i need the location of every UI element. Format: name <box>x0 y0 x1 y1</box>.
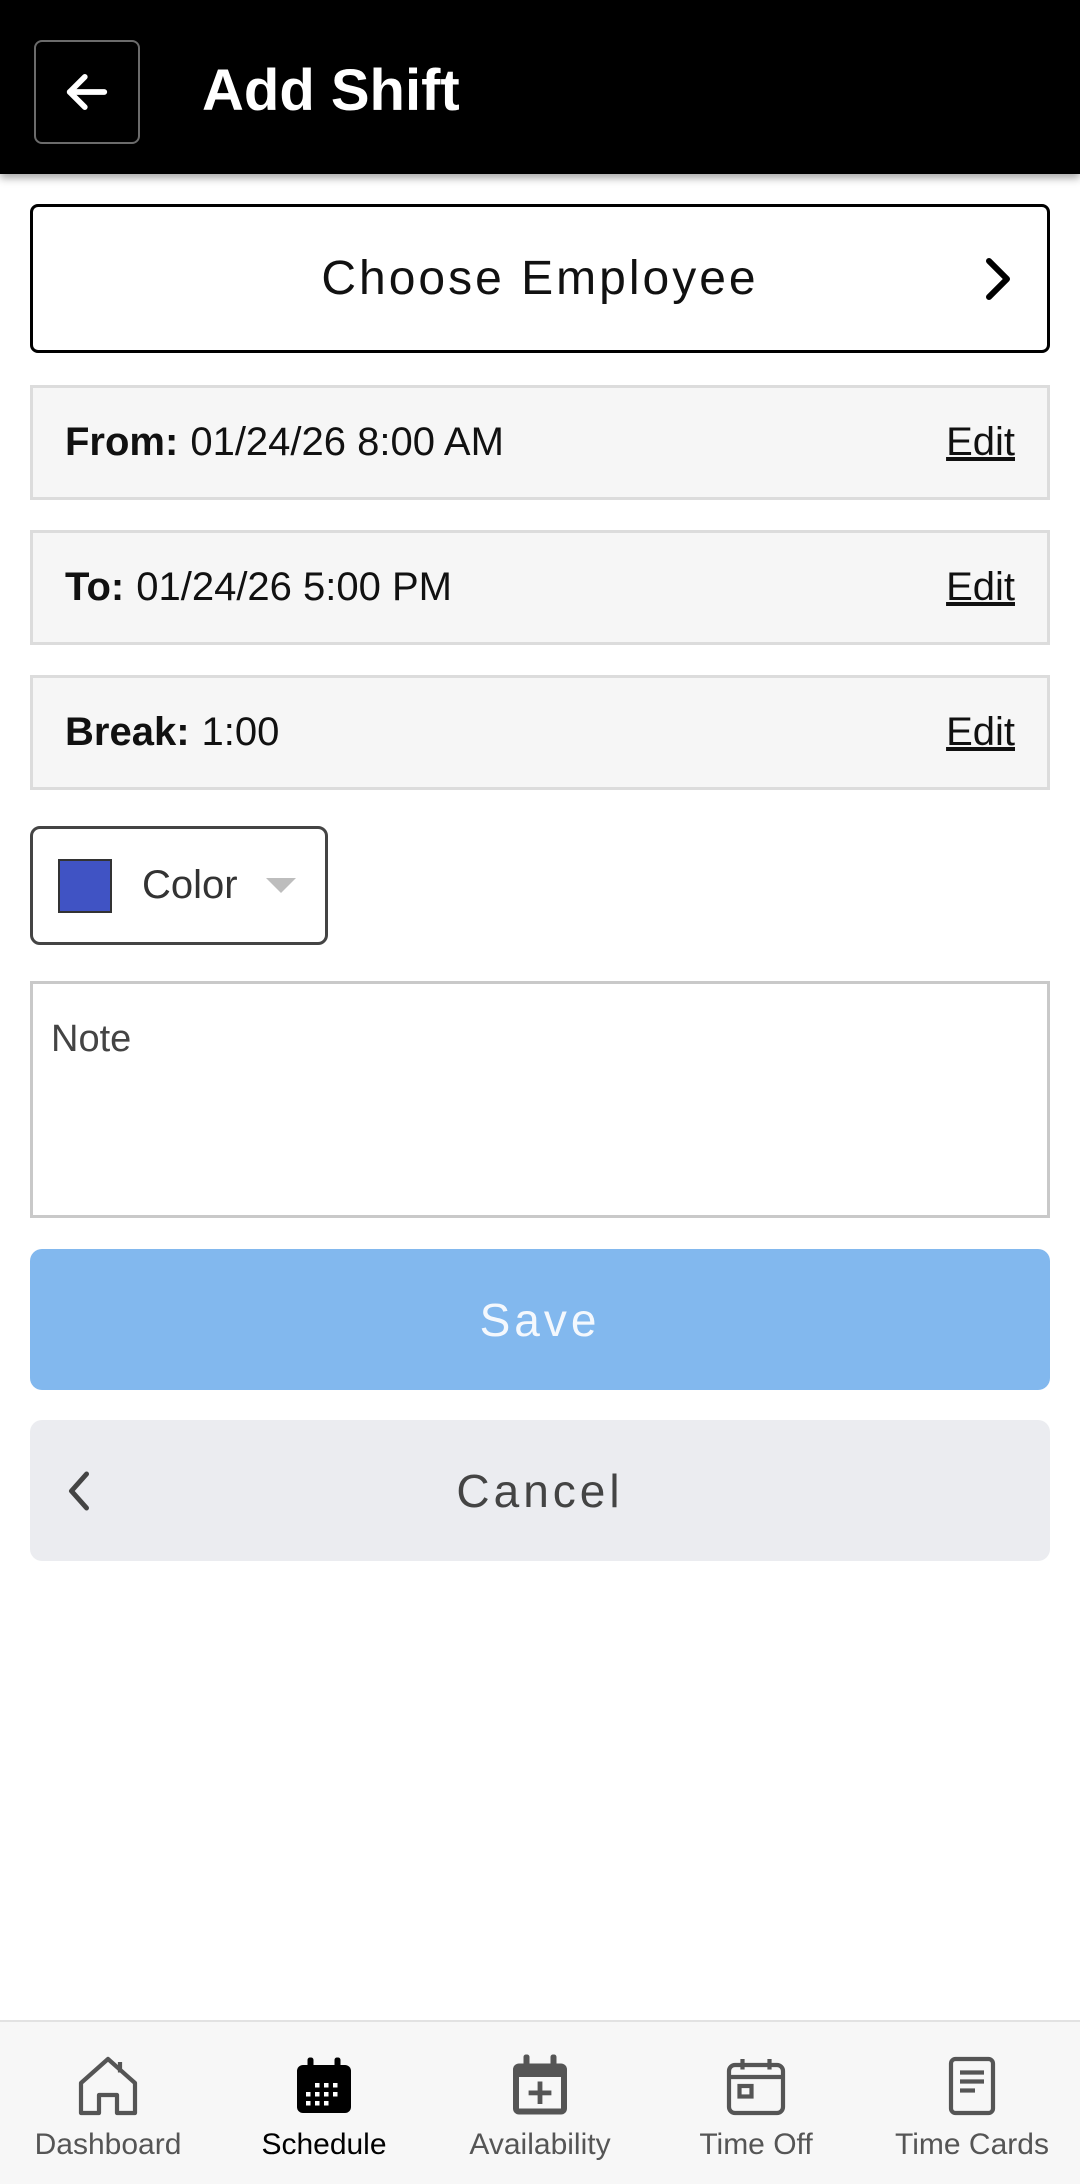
choose-employee-label: Choose Employee <box>321 252 759 305</box>
chevron-left-icon <box>68 1471 90 1510</box>
home-icon <box>78 2056 138 2116</box>
back-button[interactable] <box>34 40 140 144</box>
document-icon <box>948 2056 996 2116</box>
break-row: Break: 1:00 Edit <box>30 675 1050 790</box>
nav-label-time-cards: Time Cards <box>895 2128 1049 2161</box>
color-swatch <box>58 858 112 913</box>
to-label: To: <box>65 565 125 609</box>
break-value: 1:00 <box>201 710 280 754</box>
to-value: 01/24/26 5:00 PM <box>136 565 452 609</box>
nav-item-availability[interactable]: Availability <box>432 2022 648 2184</box>
color-label: Color <box>142 863 238 907</box>
nav-item-schedule[interactable]: Schedule <box>216 2022 432 2184</box>
nav-label-schedule: Schedule <box>261 2128 387 2161</box>
nav-label-availability: Availability <box>469 2128 611 2161</box>
edit-break-link[interactable]: Edit <box>946 710 1015 755</box>
app-root: Add Shift Choose Employee From: 01/24/26… <box>0 0 1080 2184</box>
note-field[interactable]: Note <box>30 981 1050 1218</box>
cancel-button[interactable]: Cancel <box>30 1420 1050 1561</box>
nav-item-time-off[interactable]: Time Off <box>648 2022 864 2184</box>
from-label: From: <box>65 420 179 464</box>
from-value: 01/24/26 8:00 AM <box>190 420 504 464</box>
save-button[interactable]: Save <box>30 1249 1050 1390</box>
color-select[interactable]: Color <box>30 826 328 945</box>
to-row: To: 01/24/26 5:00 PM Edit <box>30 530 1050 645</box>
note-placeholder: Note <box>51 1018 132 1060</box>
app-header: Add Shift <box>0 0 1080 174</box>
calendar-grid-icon <box>297 2057 351 2113</box>
nav-item-time-cards[interactable]: Time Cards <box>864 2022 1080 2184</box>
bottom-nav: Dashboard Schedule Availability Time Off… <box>0 2020 1080 2184</box>
break-label: Break: <box>65 710 190 754</box>
caret-down-icon <box>265 878 296 893</box>
choose-employee-button[interactable]: Choose Employee <box>30 204 1050 353</box>
nav-label-time-off: Time Off <box>699 2128 813 2161</box>
nav-item-dashboard[interactable]: Dashboard <box>0 2022 216 2184</box>
chevron-right-icon <box>986 257 1010 300</box>
calendar-plus-icon <box>513 2054 567 2115</box>
arrow-left-icon <box>66 74 108 110</box>
edit-from-link[interactable]: Edit <box>946 420 1015 465</box>
from-row: From: 01/24/26 8:00 AM Edit <box>30 385 1050 500</box>
page-title: Add Shift <box>202 58 460 123</box>
nav-label-dashboard: Dashboard <box>34 2128 182 2161</box>
cancel-label: Cancel <box>456 1464 624 1517</box>
save-label: Save <box>479 1293 601 1346</box>
calendar-icon <box>726 2059 786 2116</box>
edit-to-link[interactable]: Edit <box>946 565 1015 610</box>
